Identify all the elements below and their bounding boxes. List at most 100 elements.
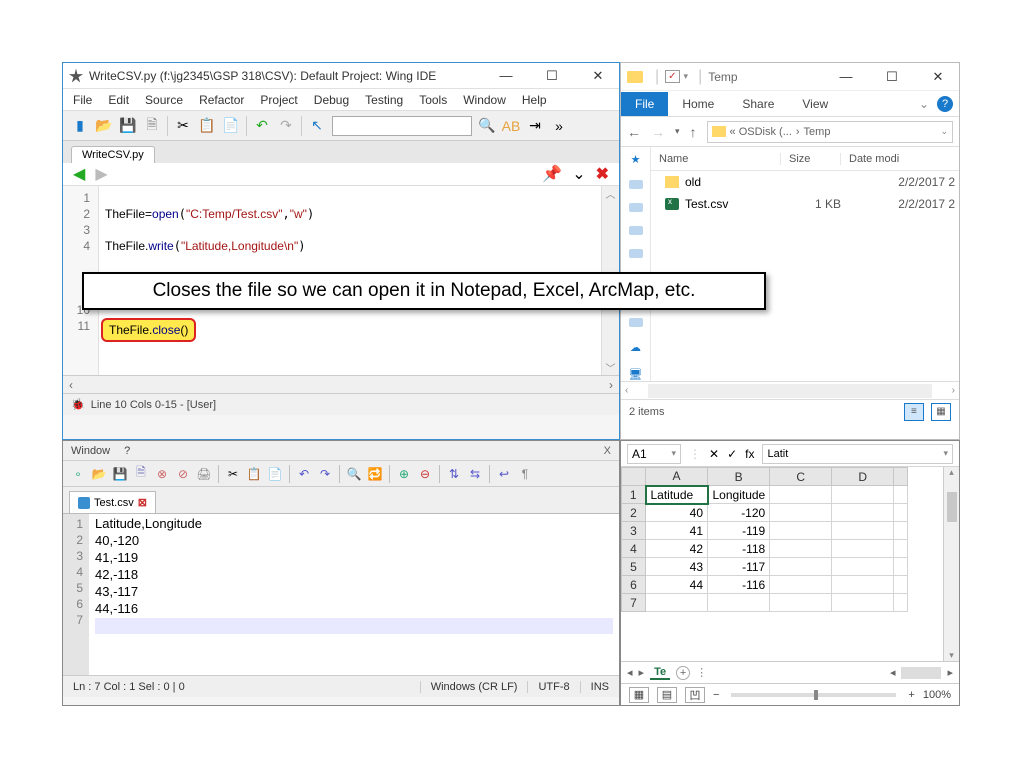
editor-tab[interactable]: WriteCSV.py	[71, 146, 155, 163]
name-box[interactable]: A1▾	[627, 444, 681, 464]
menu-debug[interactable]: Debug	[314, 93, 349, 107]
menu-testing[interactable]: Testing	[365, 93, 403, 107]
select-all-corner[interactable]	[622, 468, 646, 486]
zoom-value[interactable]: 100%	[923, 689, 951, 701]
col-header[interactable]: D	[832, 468, 894, 486]
sheet-nav-left-icon[interactable]: ◂	[627, 666, 633, 679]
redo-icon[interactable]: ↷	[316, 465, 334, 483]
row-header[interactable]: 4	[622, 540, 646, 558]
undo-icon[interactable]: ↶	[295, 465, 313, 483]
save-all-icon[interactable]: 🗎	[132, 465, 150, 483]
close-button[interactable]: X	[604, 445, 611, 457]
wing-titlebar[interactable]: WriteCSV.py (f:\jg2345\GSP 318\CSV): Def…	[63, 63, 619, 89]
minimize-button[interactable]: —	[831, 67, 861, 87]
npp-tab[interactable]: Test.csv ⊠	[69, 491, 156, 513]
cell[interactable]: -120	[708, 504, 770, 522]
more-icon[interactable]: »	[550, 117, 568, 135]
search-icon[interactable]: 🔍	[478, 117, 496, 135]
sidebar-icon[interactable]	[629, 226, 643, 235]
text-area[interactable]: Latitude,Longitude 40,-120 41,-119 42,-1…	[89, 514, 619, 675]
save-icon[interactable]: 💾	[111, 465, 129, 483]
cancel-icon[interactable]: ✕	[709, 447, 719, 461]
cell[interactable]: -116	[708, 576, 770, 594]
close-button[interactable]: ✕	[923, 67, 953, 87]
sidebar-icon[interactable]	[629, 180, 643, 189]
explorer-sidebar[interactable]: ★ ☁ 🖥	[621, 147, 651, 381]
show-all-icon[interactable]: ¶	[516, 465, 534, 483]
cell[interactable]	[832, 576, 894, 594]
menu-help[interactable]: ?	[124, 445, 130, 457]
hscroll-track[interactable]	[901, 667, 941, 679]
pin-icon[interactable]: 📌	[542, 164, 562, 184]
maximize-button[interactable]: ☐	[877, 67, 907, 87]
row-header[interactable]: 5	[622, 558, 646, 576]
cell[interactable]	[770, 594, 832, 612]
sheet-tab[interactable]: Te	[650, 666, 670, 680]
new-file-icon[interactable]: ▮	[71, 117, 89, 135]
menu-file[interactable]: File	[73, 93, 92, 107]
sidebar-icon[interactable]	[629, 203, 643, 212]
run-back-icon[interactable]: ◀	[73, 164, 85, 184]
close-tab-icon[interactable]: ⊠	[138, 496, 147, 509]
excel-grid[interactable]: A B C D 1LatitudeLongitude 240-120 341-1…	[621, 467, 959, 661]
cell[interactable]: -117	[708, 558, 770, 576]
row-header[interactable]: 6	[622, 576, 646, 594]
sheet-menu-icon[interactable]: ⋮	[696, 666, 707, 679]
cell[interactable]	[770, 540, 832, 558]
cell[interactable]: -118	[708, 540, 770, 558]
menu-help[interactable]: Help	[522, 93, 547, 107]
menu-edit[interactable]: Edit	[108, 93, 129, 107]
row-header[interactable]: 2	[622, 504, 646, 522]
nav-back-icon[interactable]: ←	[627, 124, 641, 140]
nav-forward-icon[interactable]: →	[651, 124, 665, 140]
sidebar-icon[interactable]	[629, 318, 643, 327]
chevron-down-icon[interactable]: ⌄	[940, 126, 948, 137]
menu-project[interactable]: Project	[260, 93, 297, 107]
details-view-icon[interactable]: ≡	[904, 403, 924, 421]
menu-refactor[interactable]: Refactor	[199, 93, 244, 107]
normal-view-icon[interactable]: ▦	[629, 687, 649, 703]
quick-access-icon[interactable]: ★	[631, 153, 641, 166]
cell[interactable]	[770, 504, 832, 522]
nav-history-icon[interactable]: ▾	[675, 126, 680, 137]
paste-icon[interactable]: 📄	[222, 117, 240, 135]
ribbon-view[interactable]: View	[788, 93, 842, 115]
zoom-in-icon[interactable]: +	[908, 689, 914, 701]
cell[interactable]	[832, 558, 894, 576]
cut-icon[interactable]: ✂	[174, 117, 192, 135]
formula-input[interactable]: Latit▾	[762, 444, 953, 464]
cell[interactable]	[770, 486, 832, 504]
this-pc-icon[interactable]: 🖥	[629, 368, 643, 381]
close-all-icon[interactable]: ⊘	[174, 465, 192, 483]
nav-up-icon[interactable]: ↑	[690, 124, 697, 140]
check-icon[interactable]: ✓	[665, 70, 679, 83]
copy-icon[interactable]: 📋	[245, 465, 263, 483]
close-button[interactable]: ✕	[583, 66, 613, 86]
print-icon[interactable]: 🖨	[195, 465, 213, 483]
breadcrumb-part[interactable]: Temp	[804, 126, 831, 138]
page-layout-view-icon[interactable]: ▤	[657, 687, 677, 703]
col-header[interactable]: B	[708, 468, 770, 486]
ribbon-file[interactable]: File	[621, 92, 668, 116]
zoom-slider[interactable]	[731, 693, 896, 697]
col-name[interactable]: Name	[651, 153, 781, 165]
col-date[interactable]: Date modi	[841, 153, 959, 165]
column-headers[interactable]: Name Size Date modi	[651, 147, 959, 171]
cell[interactable]	[646, 594, 708, 612]
menu-source[interactable]: Source	[145, 93, 183, 107]
menu-window[interactable]: Window	[71, 445, 110, 457]
cell[interactable]	[770, 576, 832, 594]
cell[interactable]	[832, 504, 894, 522]
explorer-hscroll[interactable]: ‹›	[621, 381, 959, 399]
expand-ribbon-icon[interactable]: ⌄	[919, 97, 929, 111]
zoom-out-icon[interactable]: ⊖	[416, 465, 434, 483]
add-sheet-icon[interactable]: +	[676, 666, 690, 680]
new-icon[interactable]: ∘	[69, 465, 87, 483]
open-icon[interactable]: 📂	[90, 465, 108, 483]
enter-icon[interactable]: ✓	[727, 447, 737, 461]
vertical-scrollbar[interactable]: ▴▾	[943, 467, 959, 661]
cut-icon[interactable]: ✂	[224, 465, 242, 483]
col-header[interactable]: A	[646, 468, 708, 486]
cell[interactable]: -119	[708, 522, 770, 540]
cell[interactable]: 43	[646, 558, 708, 576]
